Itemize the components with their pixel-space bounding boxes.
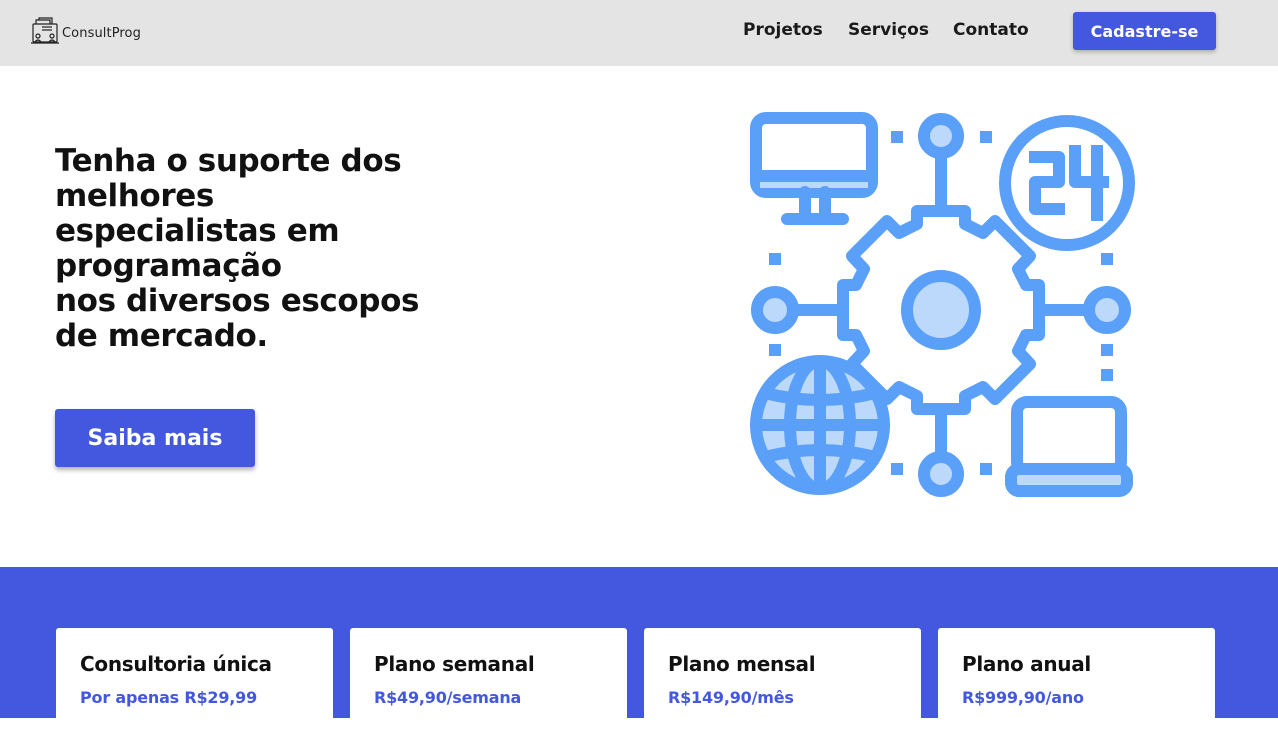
consulting-book-icon <box>31 17 59 44</box>
hero-title: Tenha o suporte dos melhores especialist… <box>55 144 475 354</box>
nav-link-servicos[interactable]: Serviços <box>848 20 929 40</box>
hero-title-line: programação <box>55 248 282 284</box>
learn-more-button[interactable]: Saiba mais <box>55 409 255 467</box>
signup-button[interactable]: Cadastre-se <box>1073 12 1216 50</box>
plan-card-single[interactable]: Consultoria única Por apenas R$29,99 <box>56 628 333 748</box>
plan-title: Plano mensal <box>668 652 816 676</box>
plans-section: Consultoria única Por apenas R$29,99 Pla… <box>0 567 1278 748</box>
plan-price: R$149,90/mês <box>668 688 794 707</box>
top-navbar: ConsultProg Projetos Serviços Contato Ca… <box>0 0 1278 66</box>
brand-logo[interactable]: ConsultProg <box>30 16 141 46</box>
plan-title: Plano semanal <box>374 652 535 676</box>
plan-card-weekly[interactable]: Plano semanal R$49,90/semana <box>350 628 627 748</box>
hero-title-line: nos diversos escopos <box>55 283 420 319</box>
nav-link-projetos[interactable]: Projetos <box>743 20 823 40</box>
hero-title-line: melhores <box>55 178 214 214</box>
plan-card-yearly[interactable]: Plano anual R$999,90/ano <box>938 628 1215 748</box>
plan-card-monthly[interactable]: Plano mensal R$149,90/mês <box>644 628 921 748</box>
nav-link-contato[interactable]: Contato <box>953 20 1029 40</box>
tech-network-gear-icon <box>750 112 1135 497</box>
plan-title: Consultoria única <box>80 652 272 676</box>
hero-title-line: especialistas em <box>55 213 340 249</box>
plan-title: Plano anual <box>962 652 1091 676</box>
brand-name: ConsultProg <box>62 25 141 41</box>
hero-title-line: Tenha o suporte dos <box>55 143 402 179</box>
plan-price: R$49,90/semana <box>374 688 522 707</box>
hero-title-line: de mercado. <box>55 318 268 354</box>
plan-price: R$999,90/ano <box>962 688 1084 707</box>
plan-price: Por apenas R$29,99 <box>80 688 258 707</box>
